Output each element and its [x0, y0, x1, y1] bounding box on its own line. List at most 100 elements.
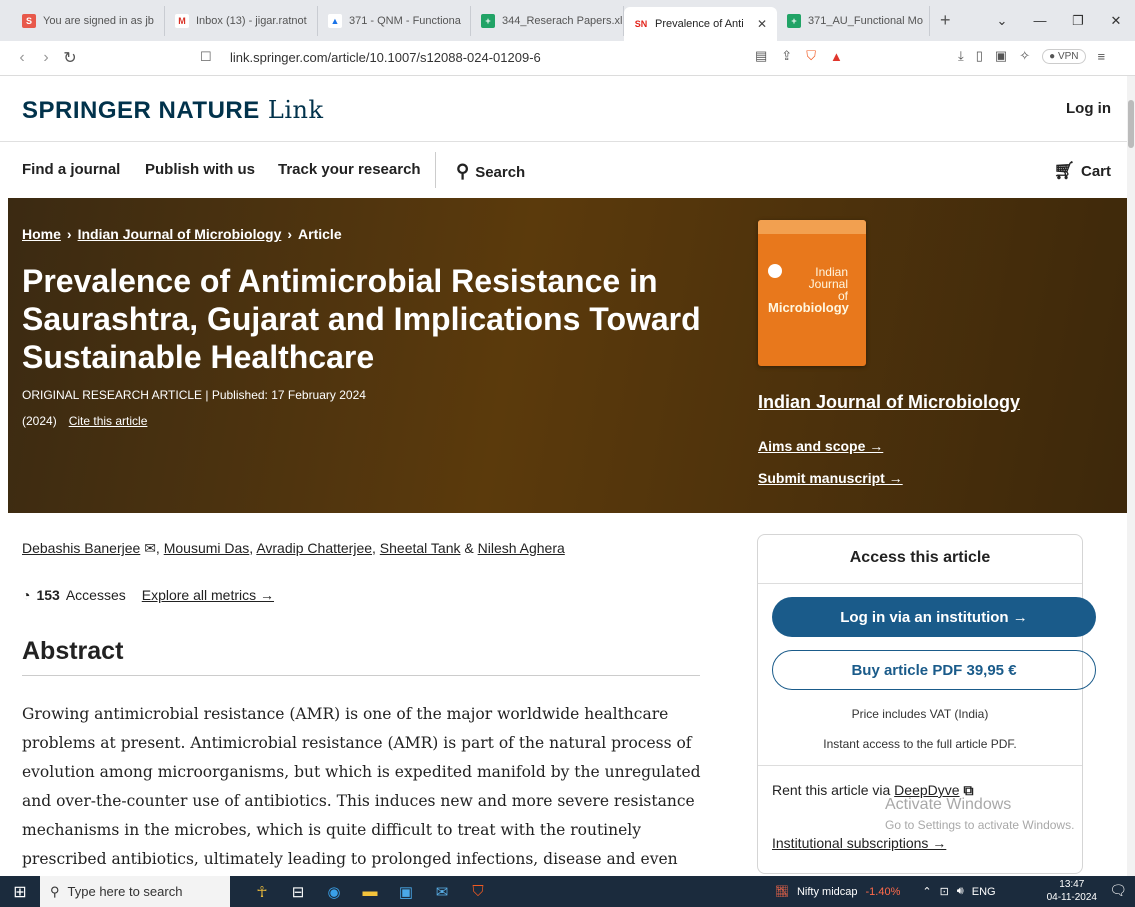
email-icon[interactable]: ✉	[144, 540, 156, 556]
close-tab-icon[interactable]: ✕	[751, 17, 767, 31]
browser-tab[interactable]: M Inbox (13) - jigar.ratnot	[165, 5, 318, 36]
scrollbar-thumb[interactable]	[1128, 100, 1134, 148]
edge-icon[interactable]: ◉	[316, 883, 352, 901]
springer-nature-logo[interactable]: SPRINGER NATURE Link	[22, 96, 324, 125]
logo-light-text: Link	[267, 96, 324, 124]
nav-publish-with-us[interactable]: Publish with us	[145, 161, 255, 178]
browser-tab[interactable]: ▲ 371 - QNM - Functiona	[318, 5, 471, 36]
brave-shield-icon[interactable]: ⛉	[806, 48, 816, 64]
windows-taskbar: ⊞ ⚲ Type here to search ☥ ⊟ ◉ ▬ ▣ ✉ ⛉ 📉︎…	[0, 876, 1135, 907]
browser-tab[interactable]: S You are signed in as jb	[12, 5, 165, 36]
author-link[interactable]: Avradip Chatterjee	[256, 540, 372, 556]
reader-mode-icon[interactable]: ▤	[755, 48, 767, 64]
store-icon[interactable]: ▣	[388, 883, 424, 901]
bookmark-icon[interactable]: ☐	[200, 49, 212, 65]
tab-title: Inbox (13) - jigar.ratnot	[196, 14, 307, 27]
vpn-label: VPN	[1057, 50, 1079, 62]
network-icon[interactable]: ⊡	[940, 885, 949, 898]
file-explorer-icon[interactable]: ▬	[352, 883, 388, 900]
search-icon: ⚲	[456, 161, 470, 181]
menu-icon[interactable]: ≡	[1098, 49, 1106, 64]
task-view-icon[interactable]: ⊟	[280, 883, 316, 901]
cart-button[interactable]: 🛒︎ Cart	[1053, 161, 1111, 181]
breadcrumb-article: Article	[298, 226, 342, 242]
author-list: Debashis Banerjee ✉, Mousumi Das, Avradi…	[22, 540, 565, 556]
clock-date: 04-11-2024	[1046, 892, 1097, 903]
volume-icon[interactable]: 🔊︎	[957, 885, 964, 898]
language-indicator[interactable]: ENG	[972, 886, 996, 898]
minimize-button[interactable]: —	[1021, 13, 1059, 28]
notification-icon[interactable]: 🗨︎	[1109, 882, 1127, 899]
article-title: Prevalence of Antimicrobial Resistance i…	[22, 263, 701, 375]
clock-time: 13:47	[1059, 879, 1085, 890]
ticker-name[interactable]: Nifty midcap	[797, 886, 858, 898]
sheets-icon: +	[787, 13, 801, 28]
author-link[interactable]: Sheetal Tank	[380, 540, 461, 556]
taskbar-search-placeholder: Type here to search	[67, 884, 183, 899]
mail-icon[interactable]: ✉	[424, 883, 460, 901]
explore-metrics-link[interactable]: Explore all metrics →	[142, 587, 274, 603]
aims-scope-link[interactable]: Aims and scope →	[758, 438, 883, 454]
cover-title-line: Microbiology	[768, 300, 849, 315]
tab-title: 344_Reserach Papers.xl	[502, 14, 623, 27]
system-tray: 📉︎ Nifty midcap -1.40% ⌃ ⊡ 🔊︎ ENG	[775, 876, 996, 907]
rent-prefix: Rent this article via	[772, 782, 891, 798]
divider	[758, 583, 1082, 584]
abstract-heading: Abstract	[22, 637, 124, 665]
wallet-icon[interactable]: ▣	[995, 48, 1007, 64]
page-scrollbar[interactable]	[1127, 76, 1135, 876]
close-window-button[interactable]: ✕	[1097, 13, 1135, 29]
download-icon[interactable]: ⤓	[958, 48, 964, 64]
journal-cover-image[interactable]: Indian Journal of Microbiology	[758, 220, 866, 366]
back-icon[interactable]: ‹	[10, 49, 34, 67]
brave-rewards-icon[interactable]: ▲	[830, 49, 843, 64]
browser-tab[interactable]: + 344_Reserach Papers.xl	[471, 5, 624, 36]
browser-tab-active[interactable]: SN Prevalence of Anti ✕	[624, 7, 777, 41]
forward-icon[interactable]: ›	[34, 49, 58, 67]
address-bar: ‹ › ↻ ☐ link.springer.com/article/10.100…	[0, 41, 1135, 76]
drive-icon: ▲	[328, 13, 342, 28]
sidebar-icon[interactable]: ▯	[976, 48, 983, 64]
search-button[interactable]: ⚲ Search	[456, 161, 525, 182]
windows-start-icon[interactable]: ⊞	[0, 882, 40, 902]
share-icon[interactable]: ⇪	[781, 48, 792, 64]
author-link[interactable]: Debashis Banerjee	[22, 540, 140, 556]
accesses-icon: ◔	[22, 587, 31, 603]
cart-icon: 🛒︎	[1053, 161, 1075, 180]
tab-title: You are signed in as jb	[43, 14, 154, 27]
browser-tab-strip: S You are signed in as jb M Inbox (13) -…	[0, 0, 1135, 41]
accesses-count: 153	[36, 587, 60, 603]
breadcrumb-journal[interactable]: Indian Journal of Microbiology	[78, 226, 282, 242]
brave-icon[interactable]: ⛉	[460, 883, 496, 900]
article-hero: Home › Indian Journal of Microbiology › Arti…	[8, 198, 1127, 513]
login-institution-button[interactable]: Log in via an institution →	[772, 597, 1096, 637]
journal-name-link[interactable]: Indian Journal of Microbiology	[758, 392, 1020, 413]
breadcrumb: Home › Indian Journal of Microbiology › Arti…	[22, 226, 342, 242]
buy-pdf-button[interactable]: Buy article PDF 39,95 €	[772, 650, 1096, 690]
taskbar-search[interactable]: ⚲ Type here to search	[40, 876, 230, 907]
tab-list-chevron-icon[interactable]: ⌄	[983, 13, 1021, 29]
browser-tab[interactable]: + 371_AU_Functional Mo	[777, 5, 930, 36]
breadcrumb-home[interactable]: Home	[22, 226, 61, 242]
pharaoh-widget-icon[interactable]: ☥	[244, 883, 280, 901]
restore-button[interactable]: ❐	[1059, 13, 1097, 29]
submit-manuscript-link[interactable]: Submit manuscript →	[758, 470, 903, 486]
author-link[interactable]: Nilesh Aghera	[478, 540, 565, 556]
chevron-up-icon[interactable]: ⌃	[922, 885, 931, 898]
vpn-button[interactable]: ● VPN	[1042, 48, 1086, 64]
reload-icon[interactable]: ↻	[58, 48, 82, 68]
accesses-label: Accesses	[65, 587, 126, 603]
nav-track-research[interactable]: Track your research	[278, 161, 421, 178]
cite-article-link[interactable]: Cite this article	[69, 414, 148, 428]
login-link[interactable]: Log in	[1066, 100, 1111, 117]
taskbar-clock[interactable]: 13:47 04-11-2024	[1047, 878, 1097, 904]
window-controls: ⌄ — ❐ ✕	[983, 0, 1135, 41]
divider	[22, 675, 700, 676]
new-tab-button[interactable]: +	[940, 10, 960, 31]
url-field[interactable]: link.springer.com/article/10.1007/s12088…	[230, 50, 541, 65]
nav-find-journal[interactable]: Find a journal	[22, 161, 120, 178]
institutional-subscriptions-link[interactable]: Institutional subscriptions →	[772, 835, 946, 851]
author-link[interactable]: Mousumi Das	[164, 540, 250, 556]
stock-chart-icon: 📉︎	[775, 886, 789, 898]
leo-ai-icon[interactable]: ✧	[1019, 48, 1030, 64]
